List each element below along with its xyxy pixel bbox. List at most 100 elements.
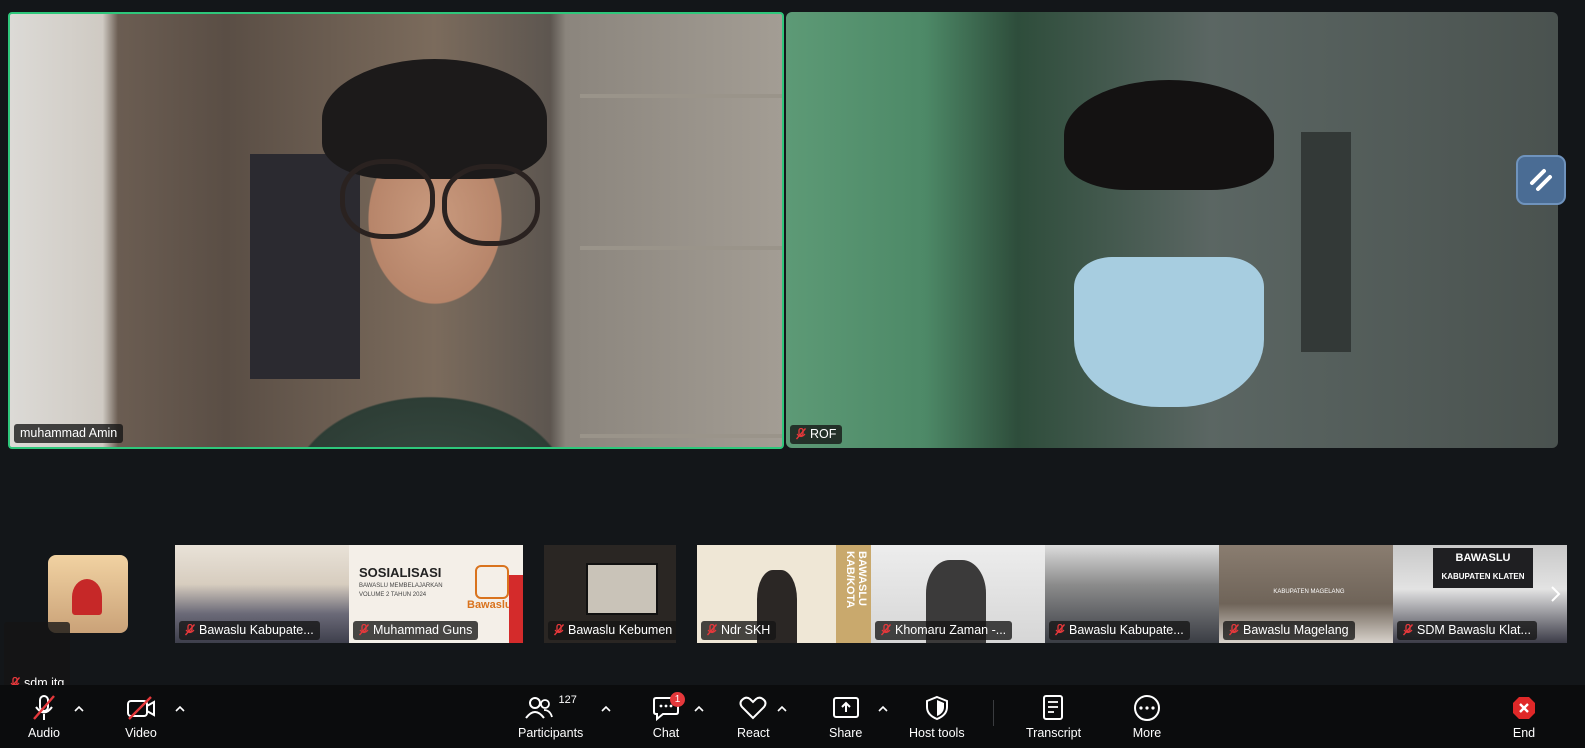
participant-name-tag: Bawaslu Kabupate...: [179, 621, 320, 640]
mic-muted-icon: [881, 624, 891, 636]
react-button[interactable]: React: [737, 692, 770, 740]
mic-muted-icon: [1229, 624, 1239, 636]
poster-volume: VOLUME 2 TAHUN 2024: [359, 592, 427, 598]
bawaslu-logo: [72, 579, 102, 615]
app-slash-icon: [1530, 169, 1552, 191]
gallery-tile-khomaru-zaman[interactable]: Khomaru Zaman -...: [871, 545, 1045, 643]
chevron-up-icon: [878, 705, 888, 712]
end-label: End: [1512, 726, 1536, 740]
backdrop-text: BAWASLU KAB/KOTA: [844, 551, 868, 609]
participant-name-tag: SDM Bawaslu Klat...: [1397, 621, 1537, 640]
gallery-tile-bawaslu-magelang[interactable]: KABUPATEN MAGELANG Bawaslu Magelang: [1219, 545, 1393, 643]
mic-muted-icon: [796, 428, 806, 440]
participant-name-tag: Khomaru Zaman -...: [875, 621, 1013, 640]
transcript-icon: [1042, 695, 1063, 720]
shelf: [580, 246, 782, 250]
participant-name: Muhammad Guns: [373, 623, 473, 637]
glasses-lens: [442, 164, 540, 246]
toolbar-divider: [993, 700, 994, 726]
host-tools-button[interactable]: Host tools: [909, 692, 965, 740]
more-button[interactable]: More: [1132, 692, 1162, 740]
shelf: [580, 94, 782, 98]
audio-button[interactable]: Audio: [28, 692, 60, 740]
participant-name: Ndr SKH: [721, 623, 771, 637]
chat-label: Chat: [652, 726, 680, 740]
transcript-button[interactable]: Transcript: [1026, 692, 1081, 740]
chevron-up-icon: [694, 705, 704, 712]
shield-icon: [925, 695, 948, 721]
participant-name: muhammad Amin: [20, 426, 118, 440]
video-tile-rof[interactable]: ROF: [786, 12, 1558, 448]
participant-name-tag: muhammad Amin: [14, 424, 124, 443]
participant-name-tag: Bawaslu Kebumen: [548, 621, 676, 640]
participants-icon: [525, 697, 554, 719]
projector-screen: [586, 563, 658, 615]
poster-accent: [509, 575, 523, 643]
react-label: React: [737, 726, 770, 740]
mic-muted-icon: [33, 695, 55, 720]
mic-muted-icon: [1403, 624, 1413, 636]
share-button[interactable]: Share: [829, 692, 862, 740]
gallery-next-button[interactable]: [1546, 582, 1564, 606]
participants-button[interactable]: 127 Participants: [518, 692, 583, 740]
participants-options-caret[interactable]: [600, 701, 612, 712]
chevron-up-icon: [601, 705, 611, 712]
poster-brand: Bawaslu: [467, 599, 512, 611]
poster-title: SOSIALISASI: [359, 565, 442, 580]
host-tools-label: Host tools: [909, 726, 965, 740]
participant-name-tag: Bawaslu Kabupate...: [1049, 621, 1190, 640]
backdrop-text: BAWASLU: [1455, 552, 1511, 564]
video-tile-muhammad-amin[interactable]: muhammad Amin: [8, 12, 784, 449]
react-options-caret[interactable]: [776, 701, 788, 712]
chat-options-caret[interactable]: [693, 701, 705, 712]
participant-name: Bawaslu Kabupate...: [1069, 623, 1184, 637]
background-object: [1301, 132, 1351, 352]
meeting-toolbar: [0, 685, 1585, 748]
mic-muted-icon: [185, 624, 195, 636]
mic-muted-icon: [707, 624, 717, 636]
participant-hair: [322, 59, 547, 179]
participants-count: 127: [558, 694, 577, 706]
share-options-caret[interactable]: [877, 701, 889, 712]
video-off-icon: [127, 696, 155, 720]
chevron-up-icon: [777, 705, 787, 712]
share-label: Share: [829, 726, 863, 740]
backdrop-text: KABUPATEN KLATEN: [1441, 572, 1525, 581]
chat-unread-badge: 1: [670, 692, 685, 707]
participant-name-tag: Muhammad Guns: [353, 621, 479, 640]
participant-hair: [1064, 80, 1274, 190]
participant-name: Bawaslu Kabupate...: [199, 623, 314, 637]
participants-label: Participants: [518, 726, 584, 740]
end-call-icon: [1513, 697, 1535, 719]
chevron-up-icon: [74, 705, 84, 712]
participant-name: Khomaru Zaman -...: [895, 623, 1007, 637]
mic-muted-icon: [554, 624, 564, 636]
audio-label: Audio: [28, 726, 60, 740]
mic-muted-icon: [359, 624, 369, 636]
share-screen-icon: [832, 697, 859, 718]
gallery-tile-sdm-bawaslu-klaten[interactable]: BAWASLU KABUPATEN KLATEN SDM Bawaslu Kla…: [1393, 545, 1567, 643]
gallery-tile-muhammad-guns[interactable]: SOSIALISASI BAWASLU MEMBELAJARKAN VOLUME…: [349, 545, 523, 643]
poster-subtitle: BAWASLU MEMBELAJARKAN: [359, 583, 443, 589]
more-label: More: [1132, 726, 1162, 740]
audio-options-caret[interactable]: [73, 701, 85, 712]
video-options-caret[interactable]: [174, 701, 186, 712]
backdrop-sign: BAWASLU KABUPATEN KLATEN: [1433, 548, 1533, 588]
gallery-tile-ndr-skh[interactable]: BAWASLU KAB/KOTA Ndr SKH: [697, 545, 871, 643]
gallery-tile-bawaslu-kabupaten-1[interactable]: Bawaslu Kabupate...: [175, 545, 349, 643]
gallery-tile-bawaslu-kebumen[interactable]: Bawaslu Kebumen: [544, 545, 676, 643]
transcript-label: Transcript: [1026, 726, 1082, 740]
book-logo-icon: [475, 565, 509, 599]
participant-name-tag: ROF: [790, 425, 843, 444]
side-app-button[interactable]: [1516, 155, 1566, 205]
gallery-tile-bawaslu-kabupaten-2[interactable]: Bawaslu Kabupate...: [1045, 545, 1219, 643]
chevron-right-icon: [1551, 586, 1561, 602]
chevron-up-icon: [175, 705, 185, 712]
glasses-lens: [340, 159, 435, 239]
participant-name: ROF: [810, 427, 837, 441]
video-button[interactable]: Video: [125, 692, 157, 740]
face-mask: [1074, 257, 1264, 407]
end-meeting-button[interactable]: End: [1510, 692, 1538, 740]
shelf: [580, 434, 782, 438]
more-icon: [1134, 695, 1160, 721]
